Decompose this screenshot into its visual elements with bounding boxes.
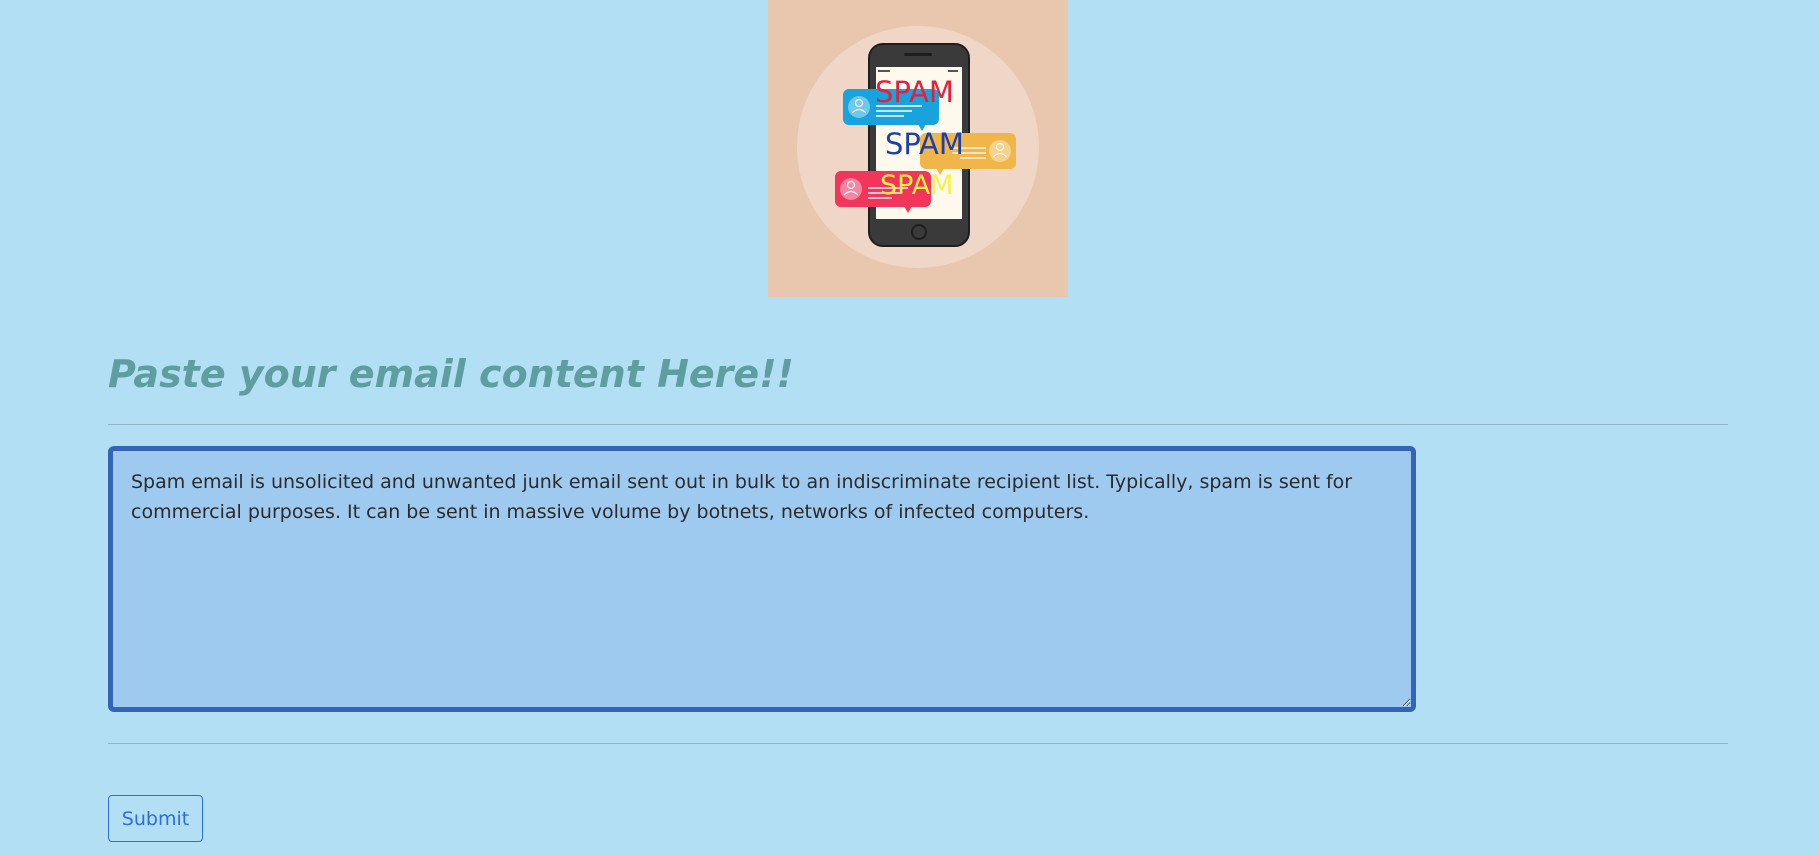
- spam-illustration: SPAM SPAM SPAM: [768, 0, 1068, 297]
- spam-word-red: SPAM: [875, 75, 954, 109]
- divider-bottom: [108, 743, 1728, 744]
- divider-top: [108, 424, 1728, 425]
- spam-word-blue: SPAM: [885, 127, 964, 161]
- spam-word-yellow: SPAM: [880, 170, 953, 201]
- spam-phone-image: SPAM SPAM SPAM: [768, 0, 1068, 297]
- email-content-input[interactable]: Spam email is unsolicited and unwanted j…: [108, 446, 1416, 712]
- page-title: Paste your email content Here!!: [108, 352, 794, 396]
- page: SPAM SPAM SPAM Paste your email content …: [0, 0, 1819, 856]
- submit-button[interactable]: Submit: [108, 795, 203, 842]
